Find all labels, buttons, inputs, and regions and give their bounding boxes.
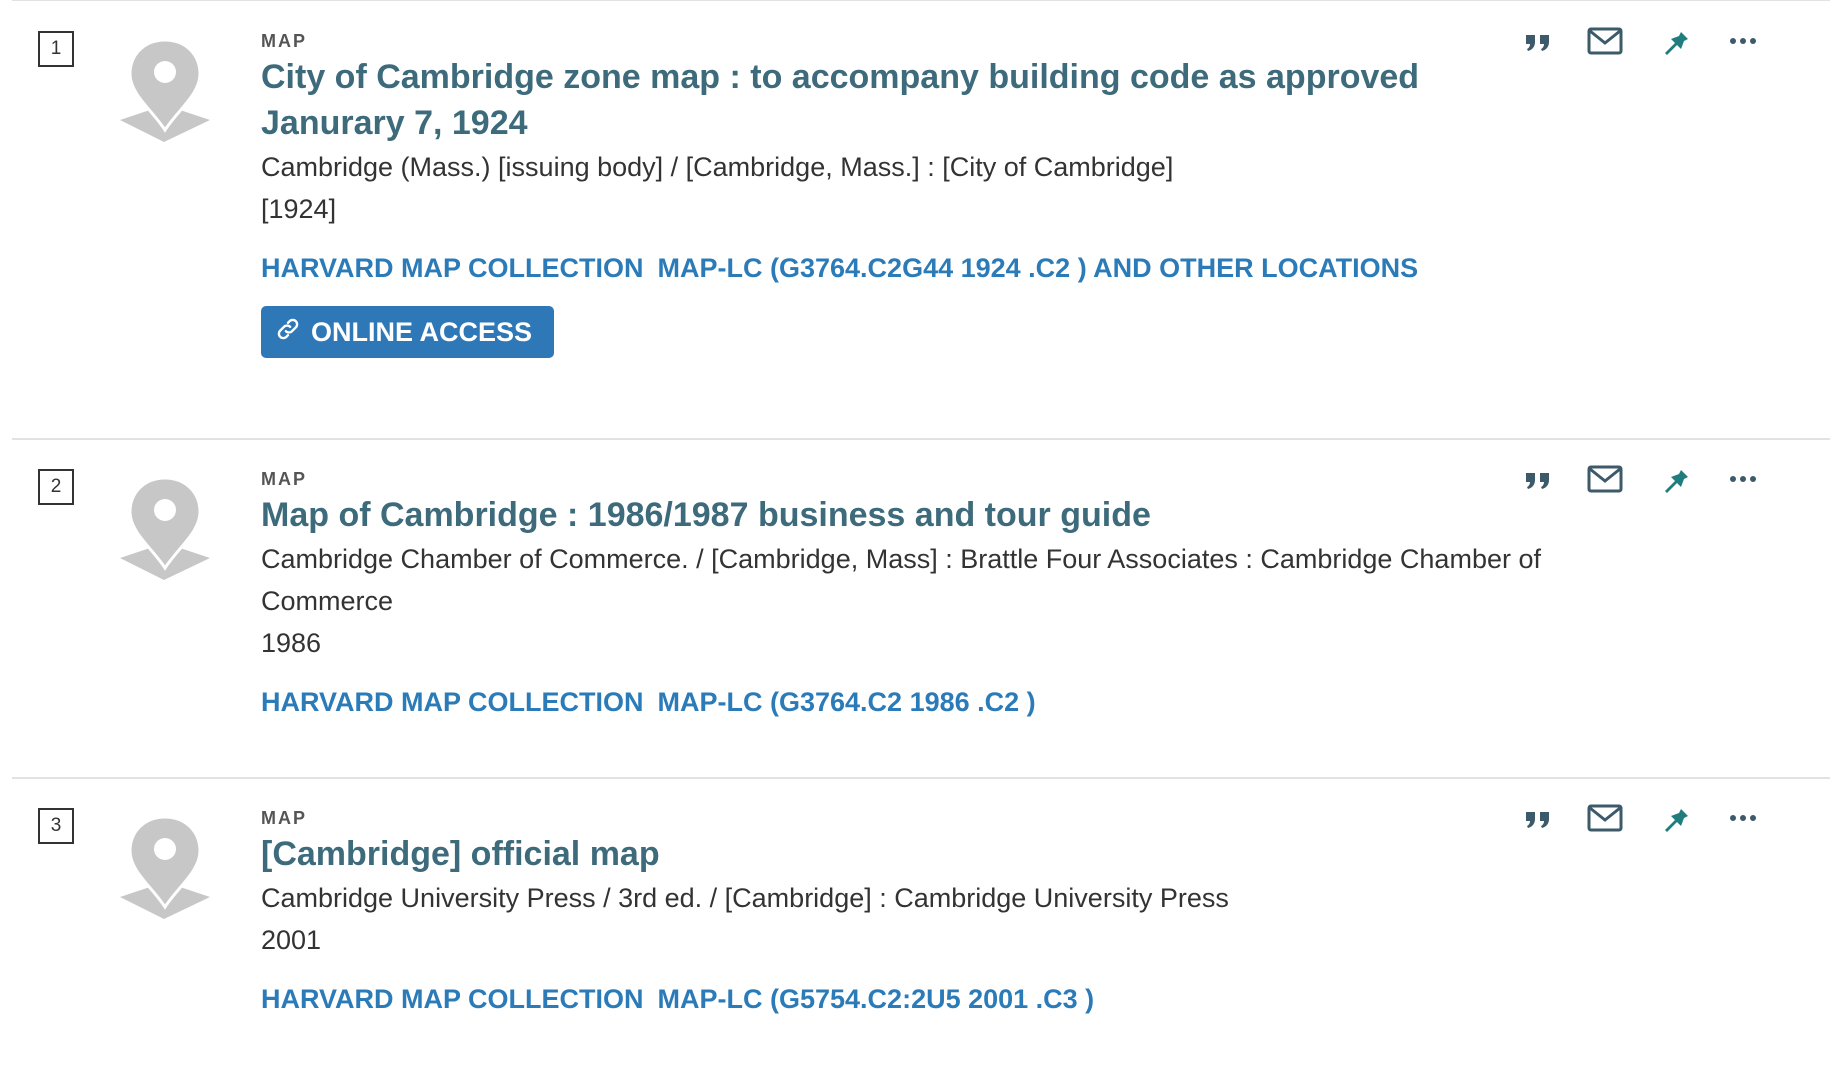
availability-call-number: MAP-LC (G5754.C2:2U5 2001 .C3 ) — [657, 984, 1095, 1014]
result-title-link[interactable]: [Cambridge] official map — [261, 831, 1591, 877]
result-date: 1986 — [261, 628, 322, 658]
email-button[interactable] — [1577, 16, 1633, 66]
quote-icon — [1524, 467, 1552, 491]
result-actions — [1510, 16, 1810, 66]
result-actions — [1510, 793, 1810, 843]
pushpin-icon — [1660, 802, 1690, 834]
email-button[interactable] — [1577, 454, 1633, 504]
more-actions-button[interactable] — [1715, 793, 1771, 843]
pushpin-icon — [1660, 25, 1690, 57]
result-actions — [1510, 454, 1810, 504]
result-title-link[interactable]: Map of Cambridge : 1986/1987 business an… — [261, 492, 1591, 538]
result-date: 2001 — [261, 925, 322, 955]
result-author-publisher: Cambridge University Press / 3rd ed. / [… — [261, 883, 1229, 913]
availability-location: HARVARD MAP COLLECTION — [261, 687, 644, 717]
citation-button[interactable] — [1510, 16, 1566, 66]
more-actions-button[interactable] — [1715, 454, 1771, 504]
availability-call-number: MAP-LC (G3764.C2G44 1924 .C2 ) AND OTHER… — [657, 253, 1419, 283]
map-thumbnail-icon[interactable] — [116, 815, 214, 921]
availability-link[interactable]: HARVARD MAP COLLECTION MAP-LC (G3764.C2G4… — [261, 250, 1591, 286]
envelope-icon — [1587, 465, 1623, 493]
top-divider — [12, 0, 1830, 1]
more-actions-button[interactable] — [1715, 16, 1771, 66]
pin-button[interactable] — [1647, 793, 1703, 843]
resource-type: MAP — [261, 808, 307, 828]
result-date: [1924] — [261, 194, 337, 224]
resource-type: MAP — [261, 31, 307, 51]
result-number: 2 — [38, 469, 74, 505]
result-divider — [12, 777, 1830, 779]
envelope-icon — [1587, 804, 1623, 832]
quote-icon — [1524, 29, 1552, 53]
map-thumbnail-icon[interactable] — [116, 476, 214, 582]
envelope-icon — [1587, 27, 1623, 55]
quote-icon — [1524, 806, 1552, 830]
pushpin-icon — [1660, 463, 1690, 495]
result-divider — [12, 438, 1830, 440]
link-icon — [275, 316, 301, 349]
resource-type: MAP — [261, 469, 307, 489]
pin-button[interactable] — [1647, 16, 1703, 66]
availability-location: HARVARD MAP COLLECTION — [261, 984, 644, 1014]
email-button[interactable] — [1577, 793, 1633, 843]
result-author-publisher: Cambridge (Mass.) [issuing body] / [Camb… — [261, 152, 1174, 182]
availability-link[interactable]: HARVARD MAP COLLECTION MAP-LC (G5754.C2:2… — [261, 981, 1591, 1017]
availability-call-number: MAP-LC (G3764.C2 1986 .C2 ) — [657, 687, 1036, 717]
pin-button[interactable] — [1647, 454, 1703, 504]
availability-link[interactable]: HARVARD MAP COLLECTION MAP-LC (G3764.C2 1… — [261, 684, 1591, 720]
result-number: 1 — [38, 31, 74, 67]
ellipsis-icon — [1729, 814, 1757, 822]
citation-button[interactable] — [1510, 793, 1566, 843]
result-number: 3 — [38, 808, 74, 844]
result-author-publisher: Cambridge Chamber of Commerce. / [Cambri… — [261, 544, 1541, 616]
online-access-label: ONLINE ACCESS — [311, 316, 533, 347]
online-access-button[interactable]: ONLINE ACCESS — [261, 306, 555, 358]
availability-location: HARVARD MAP COLLECTION — [261, 253, 644, 283]
map-thumbnail-icon[interactable] — [116, 38, 214, 144]
result-title-link[interactable]: City of Cambridge zone map : to accompan… — [261, 54, 1491, 146]
ellipsis-icon — [1729, 475, 1757, 483]
citation-button[interactable] — [1510, 454, 1566, 504]
ellipsis-icon — [1729, 37, 1757, 45]
